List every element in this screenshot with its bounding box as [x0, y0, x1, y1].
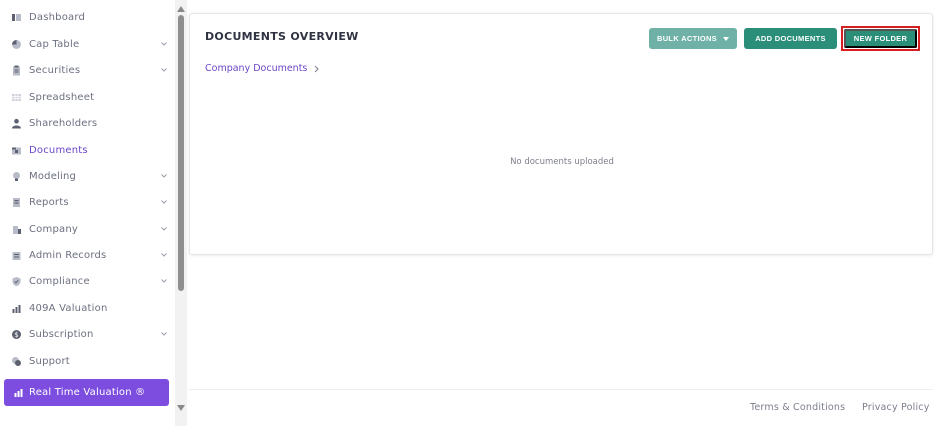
- sidebar-item-label: Shareholders: [29, 117, 98, 129]
- sidebar-item-label: Documents: [29, 144, 88, 156]
- page-title: DOCUMENTS OVERVIEW: [205, 30, 359, 43]
- bar-chart-icon: [13, 387, 24, 398]
- building-icon: [11, 224, 22, 235]
- sidebar-item-label: Admin Records: [29, 249, 107, 261]
- admin-records-icon: [11, 250, 22, 261]
- sidebar-item-securities[interactable]: Securities: [0, 57, 175, 83]
- bulk-actions-button[interactable]: BULK ACTIONS: [649, 28, 737, 49]
- dollar-icon: $: [11, 329, 22, 340]
- new-folder-label: NEW FOLDER: [853, 34, 908, 43]
- sidebar-scrollbar[interactable]: [175, 0, 187, 426]
- sidebar-item-label: Cap Table: [29, 38, 80, 50]
- caret-down-icon: [723, 36, 729, 41]
- chevron-right-icon: [315, 65, 320, 72]
- empty-state-message: No documents uploaded: [510, 157, 614, 167]
- breadcrumb-company-documents[interactable]: Company Documents: [205, 63, 307, 74]
- sidebar-item-shareholders[interactable]: Shareholders: [0, 110, 175, 136]
- sidebar-item-compliance[interactable]: Compliance: [0, 268, 175, 294]
- chevron-down-icon[interactable]: [160, 330, 168, 338]
- dashboard-icon: [11, 12, 22, 23]
- app-root: Dashboard Cap Table Securities Spreadshe…: [0, 0, 939, 426]
- sidebar-item-label: Reports: [29, 196, 69, 208]
- add-documents-label: ADD DOCUMENTS: [755, 34, 826, 43]
- sidebar-item-label: Subscription: [29, 328, 94, 340]
- real-time-valuation-button[interactable]: Real Time Valuation ®: [4, 379, 169, 406]
- folder-icon: [11, 145, 22, 156]
- sidebar-item-label: 409A Valuation: [29, 302, 108, 314]
- sidebar-item-documents[interactable]: Documents: [0, 137, 175, 163]
- sidebar-item-label: Company: [29, 223, 78, 235]
- sidebar-item-admin-records[interactable]: Admin Records: [0, 242, 175, 268]
- person-icon: [11, 118, 22, 129]
- sidebar-item-label: Compliance: [29, 275, 90, 287]
- chevron-down-icon[interactable]: [160, 277, 168, 285]
- sidebar-item-company[interactable]: Company: [0, 216, 175, 242]
- chevron-down-icon[interactable]: [160, 251, 168, 259]
- privacy-link[interactable]: Privacy Policy: [862, 402, 930, 413]
- bulb-icon: [11, 171, 22, 182]
- chevron-down-icon[interactable]: [160, 198, 168, 206]
- pie-chart-icon: [11, 39, 22, 50]
- sidebar-item-reports[interactable]: Reports: [0, 189, 175, 215]
- clipboard-icon: [11, 65, 22, 76]
- report-icon: [11, 197, 22, 208]
- svg-text:$: $: [14, 331, 18, 339]
- chevron-down-icon[interactable]: [160, 172, 168, 180]
- sidebar-item-label: Support: [29, 355, 70, 367]
- terms-link[interactable]: Terms & Conditions: [750, 402, 845, 413]
- spreadsheet-icon: [11, 92, 22, 103]
- chevron-down-icon[interactable]: [160, 66, 168, 74]
- sidebar-item-label: Modeling: [29, 170, 77, 182]
- scroll-up-arrow-icon[interactable]: [177, 6, 185, 12]
- real-time-valuation-label: Real Time Valuation ®: [29, 387, 146, 398]
- footer-divider: [189, 389, 933, 390]
- sidebar-item-label: Dashboard: [29, 11, 86, 23]
- sidebar-item-dashboard[interactable]: Dashboard: [0, 4, 175, 30]
- sidebar: Dashboard Cap Table Securities Spreadshe…: [0, 0, 175, 426]
- scroll-thumb[interactable]: [178, 15, 184, 291]
- support-icon: [11, 356, 22, 367]
- sidebar-item-subscription[interactable]: $ Subscription: [0, 321, 175, 347]
- new-folder-button[interactable]: NEW FOLDER: [844, 29, 917, 48]
- breadcrumb: Company Documents: [205, 63, 320, 74]
- sidebar-item-modeling[interactable]: Modeling: [0, 163, 175, 189]
- sidebar-item-spreadsheet[interactable]: Spreadsheet: [0, 84, 175, 110]
- bar-chart-icon: [11, 303, 22, 314]
- bulk-actions-label: BULK ACTIONS: [657, 34, 717, 43]
- new-folder-highlight: NEW FOLDER: [841, 26, 920, 51]
- sidebar-item-support[interactable]: Support: [0, 348, 175, 374]
- chevron-down-icon[interactable]: [160, 40, 168, 48]
- shield-icon: [11, 276, 22, 287]
- sidebar-item-label: Spreadsheet: [29, 91, 95, 103]
- documents-overview-card: DOCUMENTS OVERVIEW BULK ACTIONS ADD DOCU…: [189, 13, 933, 255]
- add-documents-button[interactable]: ADD DOCUMENTS: [744, 28, 837, 49]
- scroll-down-arrow-icon[interactable]: [177, 405, 185, 411]
- sidebar-item-label: Securities: [29, 64, 81, 76]
- chevron-down-icon[interactable]: [160, 225, 168, 233]
- sidebar-item-409a-valuation[interactable]: 409A Valuation: [0, 295, 175, 321]
- sidebar-item-cap-table[interactable]: Cap Table: [0, 31, 175, 57]
